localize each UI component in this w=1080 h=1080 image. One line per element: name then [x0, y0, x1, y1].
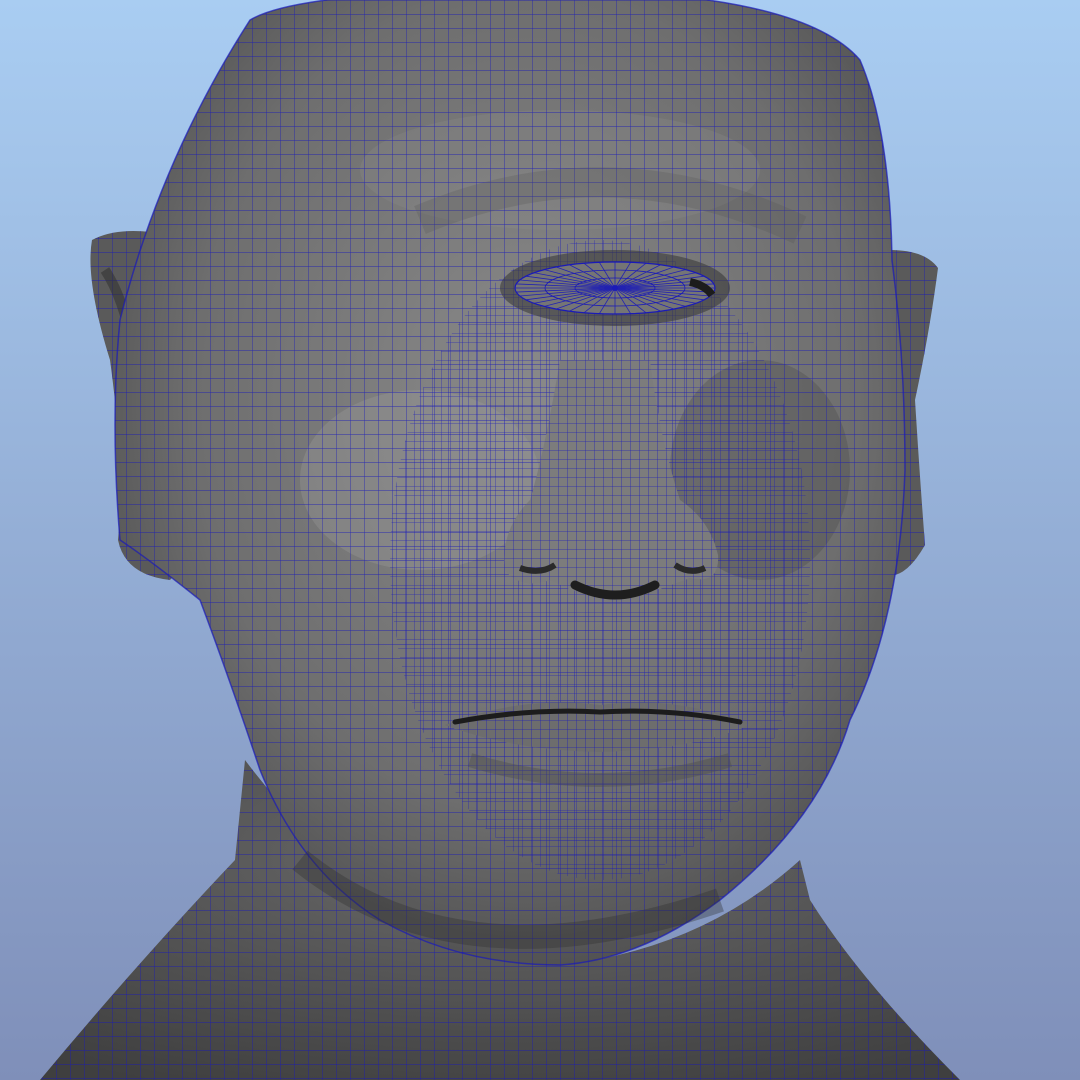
viewport-canvas[interactable] — [0, 0, 1080, 1080]
3d-viewport[interactable] — [0, 0, 1080, 1080]
eye-mesh[interactable] — [500, 250, 730, 326]
